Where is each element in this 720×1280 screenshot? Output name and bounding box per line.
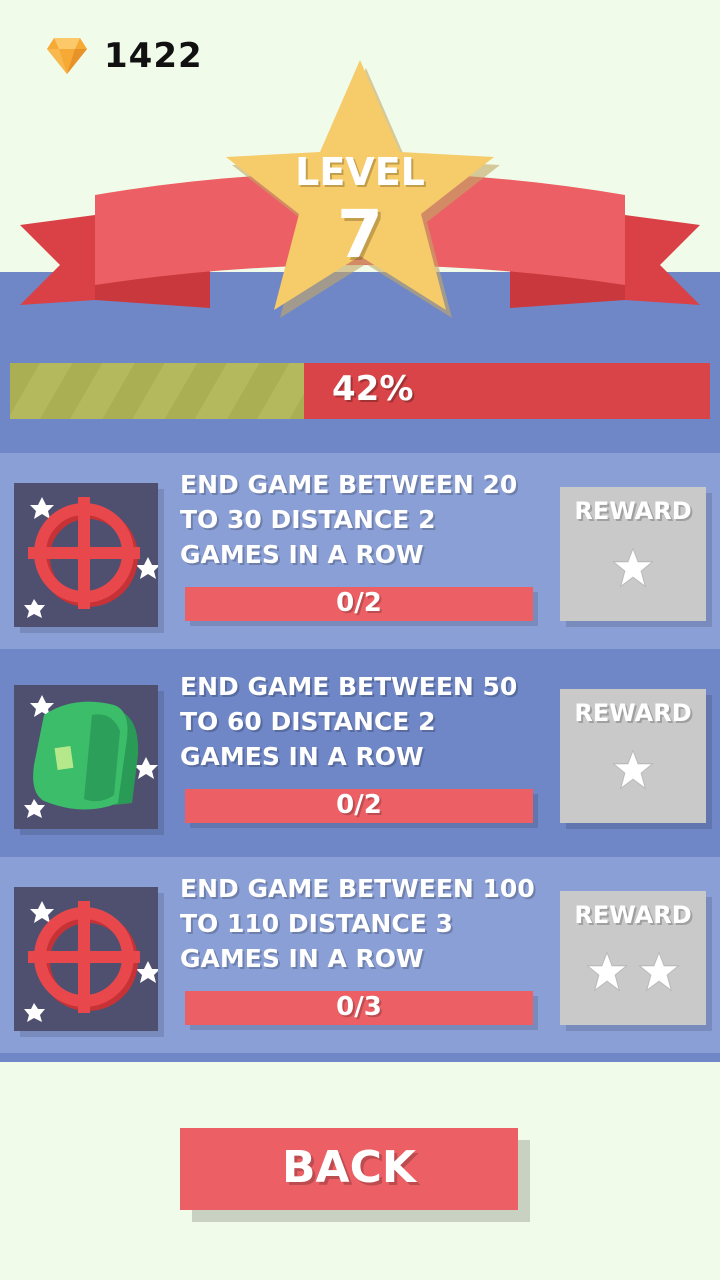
quest-progress-bar: 0/2 bbox=[185, 789, 533, 823]
reward-box[interactable]: REWARD bbox=[560, 891, 706, 1025]
back-button[interactable]: BACK bbox=[180, 1128, 518, 1210]
reward-stars bbox=[560, 951, 706, 995]
quest-progress-bar: 0/3 bbox=[185, 991, 533, 1025]
crosshair-icon bbox=[24, 901, 158, 1022]
quest-progress-text: 0/2 bbox=[336, 588, 382, 618]
level-title: LEVEL bbox=[295, 150, 425, 194]
backpack-icon bbox=[24, 695, 158, 818]
star-icon bbox=[638, 951, 679, 992]
level-number: 7 bbox=[337, 196, 383, 273]
quest-description: END GAME BETWEEN 50 TO 60 DISTANCE 2 GAM… bbox=[180, 672, 518, 771]
quest-icon-frame bbox=[14, 483, 158, 627]
quest-icon-frame bbox=[14, 887, 158, 1031]
reward-label: REWARD bbox=[574, 901, 692, 929]
crosshair-icon bbox=[24, 497, 158, 618]
star-icon bbox=[612, 547, 654, 588]
quest-icon-frame bbox=[14, 685, 158, 829]
quest-row: END GAME BETWEEN 20 TO 30 DISTANCE 2 GAM… bbox=[0, 453, 720, 649]
level-progress-text: 42% bbox=[332, 369, 414, 409]
quest-progress-text: 0/2 bbox=[336, 790, 382, 820]
quest-progress-bar: 0/2 bbox=[185, 587, 533, 621]
quest-description: END GAME BETWEEN 100 TO 110 DISTANCE 3 G… bbox=[180, 874, 535, 973]
quest-description: END GAME BETWEEN 20 TO 30 DISTANCE 2 GAM… bbox=[180, 470, 518, 569]
quest-row: END GAME BETWEEN 100 TO 110 DISTANCE 3 G… bbox=[0, 857, 720, 1053]
reward-stars bbox=[560, 547, 706, 591]
level-progress-fill bbox=[10, 363, 304, 419]
reward-label: REWARD bbox=[574, 699, 692, 727]
reward-stars bbox=[560, 749, 706, 793]
level-ribbon bbox=[20, 60, 700, 318]
reward-label: REWARD bbox=[574, 497, 692, 525]
quest-progress-text: 0/3 bbox=[336, 992, 382, 1022]
back-button-label: BACK bbox=[282, 1142, 416, 1193]
star-icon bbox=[612, 749, 654, 790]
star-icon bbox=[587, 951, 628, 992]
quest-row: END GAME BETWEEN 50 TO 60 DISTANCE 2 GAM… bbox=[0, 655, 720, 851]
reward-box[interactable]: REWARD bbox=[560, 689, 706, 823]
level-progress-bar: 42% bbox=[10, 363, 710, 419]
reward-box[interactable]: REWARD bbox=[560, 487, 706, 621]
